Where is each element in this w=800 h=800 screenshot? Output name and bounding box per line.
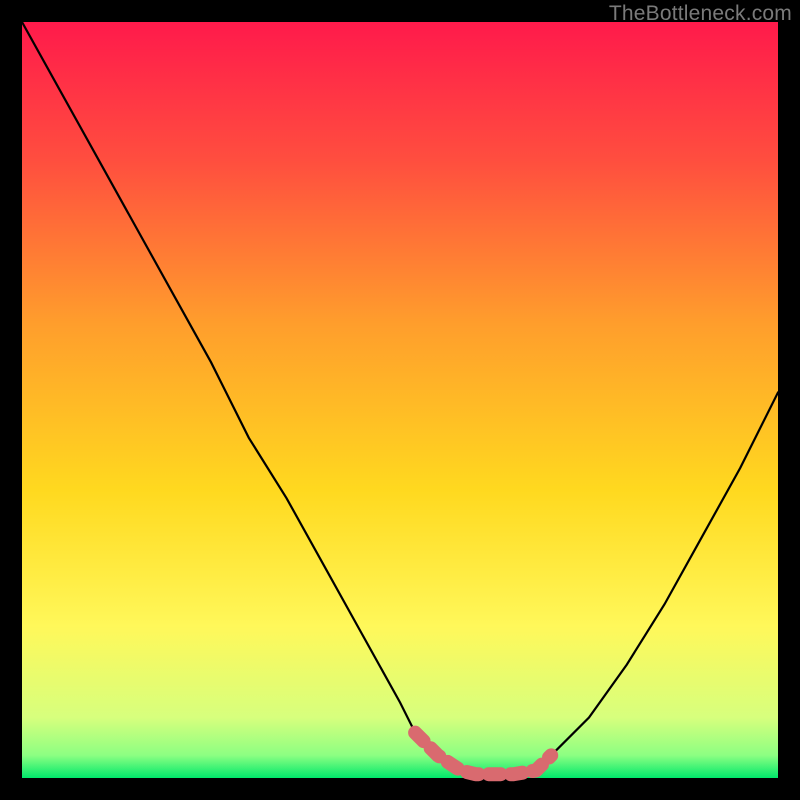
curve-layer bbox=[22, 22, 778, 778]
chart-frame bbox=[22, 22, 778, 778]
bottleneck-curve bbox=[22, 22, 778, 774]
watermark-text: TheBottleneck.com bbox=[609, 2, 792, 26]
optimal-range-highlight bbox=[415, 733, 551, 775]
